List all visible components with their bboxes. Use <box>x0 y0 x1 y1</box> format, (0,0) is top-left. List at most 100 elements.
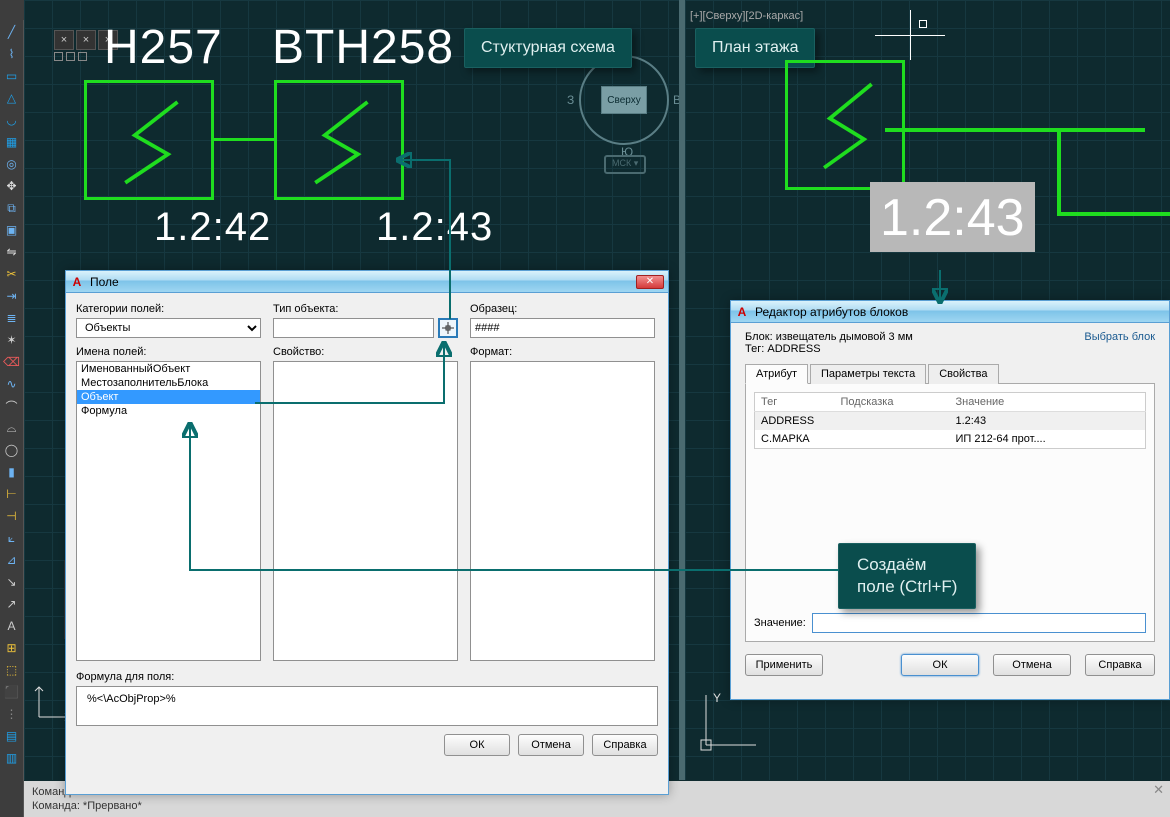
tool-hatch-icon[interactable]: ▦ <box>4 134 20 150</box>
file-tab-close[interactable]: × <box>54 30 74 50</box>
eattedit-dialog: A Редактор атрибутов блоков Блок: извеща… <box>730 300 1170 700</box>
viewport-tab-label[interactable]: [+][Сверху][2D-каркас] <box>690 10 803 22</box>
wire <box>1057 128 1061 216</box>
tool-move-icon[interactable]: ✥ <box>4 178 20 194</box>
cancel-button[interactable]: Отмена <box>518 734 584 756</box>
tool-table-icon[interactable]: ⊞ <box>4 640 20 656</box>
tool-spline-icon[interactable]: ∿ <box>4 376 20 392</box>
close-button[interactable]: ✕ <box>636 275 664 289</box>
tool-stretch-icon[interactable]: ▣ <box>4 222 20 238</box>
tab-text-params[interactable]: Параметры текста <box>810 364 926 384</box>
tool-ellipse-icon[interactable]: ◯ <box>4 442 20 458</box>
selected-address-text[interactable]: 1.2:43 <box>870 182 1035 252</box>
viewcube-west[interactable]: З <box>567 93 574 107</box>
grid-header-tag: Тег <box>755 393 835 412</box>
ok-button[interactable]: ОК <box>444 734 510 756</box>
sample-label: Образец: <box>470 303 655 315</box>
tool-rect-icon[interactable]: ▭ <box>4 68 20 84</box>
address-label: 1.2:42 <box>154 205 271 250</box>
eattedit-tabs: Атрибут Параметры текста Свойства <box>745 363 1155 384</box>
tool-dim2-icon[interactable]: ⊣ <box>4 508 20 524</box>
tool-fill-icon[interactable]: ▤ <box>4 728 20 744</box>
tool-extend-icon[interactable]: ⇥ <box>4 288 20 304</box>
field-names-listbox[interactable]: ИменованныйОбъектМестозаполнительБлокаОб… <box>76 361 261 661</box>
property-listbox[interactable] <box>273 361 458 661</box>
tool-circle-icon[interactable]: ◎ <box>4 156 20 172</box>
field-name-item[interactable]: Объект <box>77 390 260 404</box>
help-button[interactable]: Справка <box>1085 654 1155 676</box>
attribute-row[interactable]: ADDRESS1.2:43 <box>755 412 1146 431</box>
apply-button[interactable]: Применить <box>745 654 823 676</box>
tool-arc-icon[interactable]: ◡ <box>4 112 20 128</box>
ok-button[interactable]: ОК <box>901 654 979 676</box>
tool-copy-icon[interactable]: ⧉ <box>4 200 20 216</box>
wire <box>885 128 1145 132</box>
tab-properties[interactable]: Свойства <box>928 364 998 384</box>
left-toolbar: ╱ ⌇ ▭ △ ◡ ▦ ◎ ✥ ⧉ ▣ ⇋ ✂ ⇥ ≣ ✶ ⌫ ∿ ⌒ ⌓ ◯ … <box>0 20 24 817</box>
viewcube-top-face[interactable]: Сверху <box>601 86 647 114</box>
tool-mirror-icon[interactable]: ⇋ <box>4 244 20 260</box>
attributes-grid[interactable]: Тег Подсказка Значение ADDRESS1.2:43С.МА… <box>754 392 1146 449</box>
tool-mtext-icon[interactable]: A <box>4 618 20 634</box>
tab-attribute[interactable]: Атрибут <box>745 364 808 384</box>
close-icon[interactable]: ✕ <box>1153 783 1164 797</box>
formula-value: %<\AcObjProp>% <box>87 693 176 705</box>
format-label: Формат: <box>470 346 655 358</box>
tool-arc2-icon[interactable]: ⌒ <box>4 398 20 414</box>
attribute-value-input[interactable] <box>812 613 1146 633</box>
wcs-indicator[interactable]: МСК ▾ <box>604 155 646 174</box>
pick-object-button[interactable] <box>438 318 458 338</box>
tool-leader2-icon[interactable]: ↗ <box>4 596 20 612</box>
tool-block-icon[interactable]: ⬚ <box>4 662 20 678</box>
tool-dim-icon[interactable]: ⊢ <box>4 486 20 502</box>
formula-label: Формула для поля: <box>76 671 658 683</box>
tool-polyline-icon[interactable]: ⌇ <box>4 46 20 62</box>
file-tab-close[interactable]: × <box>76 30 96 50</box>
top-strip <box>0 0 24 20</box>
tool-dim4-icon[interactable]: ⊿ <box>4 552 20 568</box>
tool-triangle-icon[interactable]: △ <box>4 90 20 106</box>
tool-fill2-icon[interactable]: ▥ <box>4 750 20 766</box>
field-categories-select[interactable]: Объекты <box>76 318 261 338</box>
autocad-icon: A <box>70 275 84 289</box>
sample-input[interactable] <box>470 318 655 338</box>
tool-dots-icon[interactable]: ⋮ <box>4 706 20 722</box>
tool-block2-icon[interactable]: ⬛ <box>4 684 20 700</box>
tool-explode-icon[interactable]: ✶ <box>4 332 20 348</box>
eattedit-titlebar[interactable]: A Редактор атрибутов блоков <box>731 301 1169 323</box>
field-dialog-titlebar[interactable]: A Поле ✕ <box>66 271 668 293</box>
block-label: BTH258 <box>272 20 454 75</box>
field-name-item[interactable]: Формула <box>77 404 260 418</box>
viewcube[interactable]: З В Ю Сверху <box>579 55 669 145</box>
annotation-hint: Создаём поле (Ctrl+F) <box>838 543 976 609</box>
tool-leader-icon[interactable]: ↘ <box>4 574 20 590</box>
tool-arc3-icon[interactable]: ⌓ <box>4 420 20 436</box>
tool-line-icon[interactable]: ╱ <box>4 24 20 40</box>
viewport-controls <box>54 52 87 61</box>
detector-block[interactable] <box>785 60 905 190</box>
cancel-button[interactable]: Отмена <box>993 654 1071 676</box>
field-name-item[interactable]: МестозаполнительБлока <box>77 376 260 390</box>
tool-trim-icon[interactable]: ✂ <box>4 266 20 282</box>
ucs-icon: Y <box>691 690 761 760</box>
eattedit-title: Редактор атрибутов блоков <box>755 305 908 319</box>
help-button[interactable]: Справка <box>592 734 658 756</box>
viewport-control-icon[interactable] <box>78 52 87 61</box>
select-block-link[interactable]: Выбрать блок <box>1084 331 1155 355</box>
wire <box>1057 212 1170 216</box>
detector-block[interactable] <box>274 80 404 200</box>
viewport-control-icon[interactable] <box>54 52 63 61</box>
tool-dim3-icon[interactable]: ⟀ <box>4 530 20 546</box>
attribute-row[interactable]: С.МАРКАИП 212-64 прот.... <box>755 430 1146 449</box>
tool-erase-icon[interactable]: ⌫ <box>4 354 20 370</box>
tool-camera-icon[interactable]: ▮ <box>4 464 20 480</box>
autocad-icon: A <box>735 305 749 319</box>
object-type-input[interactable] <box>273 318 434 338</box>
format-listbox[interactable] <box>470 361 655 661</box>
value-label: Значение: <box>754 617 806 629</box>
viewport-control-icon[interactable] <box>66 52 75 61</box>
formula-box[interactable]: %<\AcObjProp>% <box>76 686 658 726</box>
field-name-item[interactable]: ИменованныйОбъект <box>77 362 260 376</box>
detector-block[interactable] <box>84 80 214 200</box>
tool-offset-icon[interactable]: ≣ <box>4 310 20 326</box>
